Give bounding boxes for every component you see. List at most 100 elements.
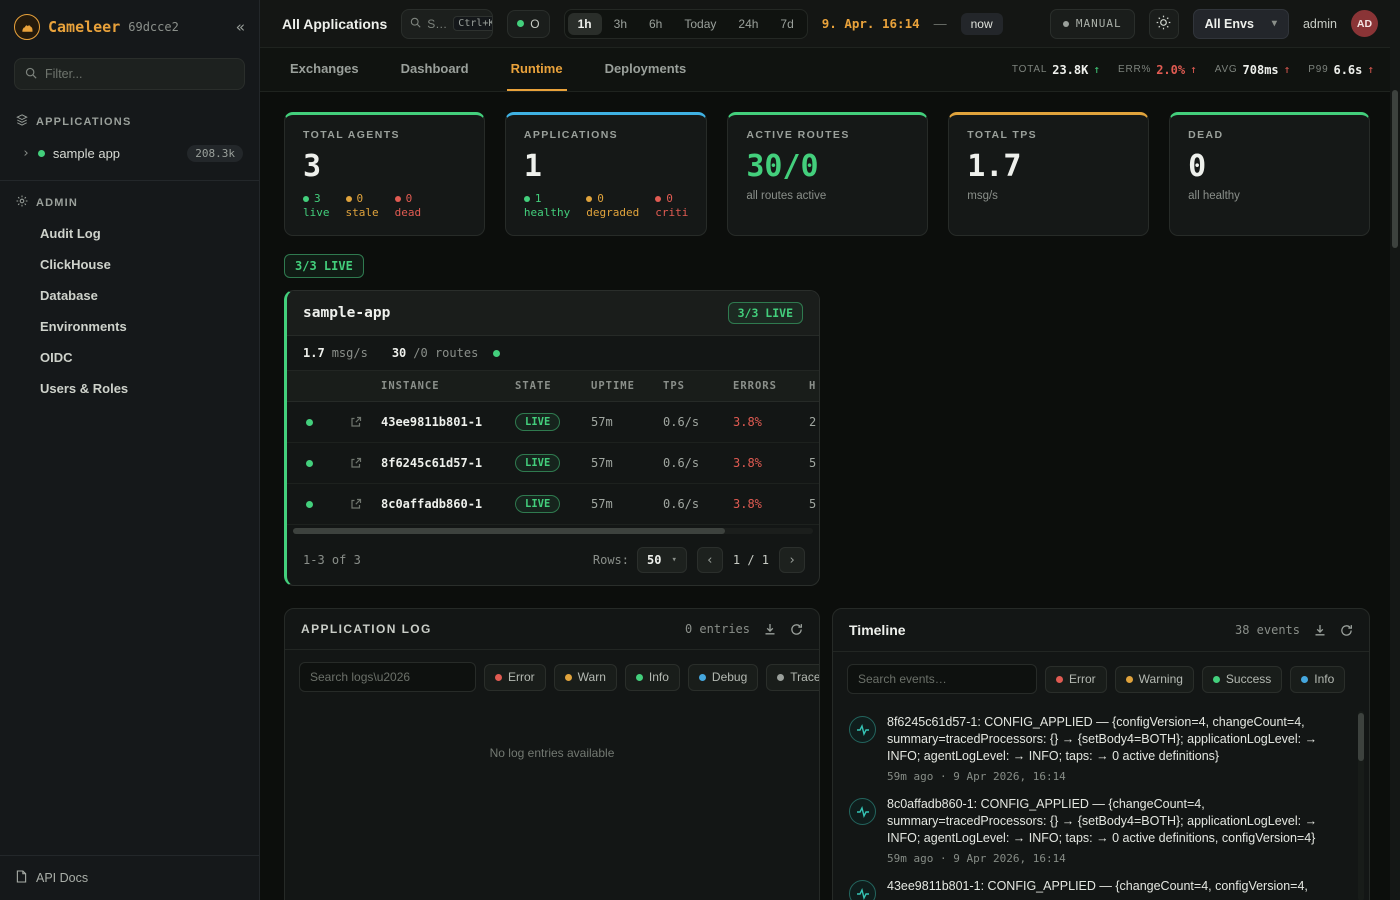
col-uptime: UPTIME — [591, 380, 663, 392]
sidebar-item-clickhouse[interactable]: ClickHouse — [0, 249, 259, 280]
arrow-up-icon: ↑ — [1284, 63, 1291, 76]
tab-exchanges[interactable]: Exchanges — [286, 48, 363, 91]
card-subtext: all healthy — [1188, 190, 1351, 202]
range-6h[interactable]: 6h — [639, 13, 672, 35]
refresh-icon[interactable] — [1340, 624, 1353, 637]
filter-chip-success[interactable]: Success — [1202, 666, 1282, 693]
timeline-controls: Error Warning Success Info — [833, 652, 1369, 706]
timeline-scrollbar[interactable] — [1358, 711, 1364, 900]
table-row[interactable]: 8c0affadb860-1 LIVE 57m 0.6/s 3.8% 5 — [287, 484, 819, 525]
instance-id: 8f6245c61d57-1 — [381, 456, 515, 470]
range-today[interactable]: Today — [674, 13, 726, 35]
filter-chip-error[interactable]: Error — [484, 664, 546, 691]
chevron-right-icon[interactable]: › — [22, 146, 30, 161]
uptime: 57m — [591, 456, 663, 470]
main-scrollbar[interactable] — [1390, 0, 1400, 900]
manual-mode-button[interactable]: MANUAL — [1050, 9, 1135, 39]
stat-p99-label: P99 — [1308, 64, 1328, 75]
tps: 0.6/s — [663, 456, 733, 470]
table-row[interactable]: 43ee9811b801-1 LIVE 57m 0.6/s 3.8% 2 — [287, 402, 819, 443]
event-text: 43ee9811b801-1: CONFIG_APPLIED — {change… — [887, 878, 1308, 895]
range-3h[interactable]: 3h — [604, 13, 637, 35]
sidebar-collapse-button[interactable]: « — [236, 18, 245, 36]
gear-icon — [16, 195, 28, 210]
tab-dashboard[interactable]: Dashboard — [397, 48, 473, 91]
app-logo: Cameleer — [48, 18, 120, 36]
card-label: ACTIVE ROUTES — [746, 129, 909, 141]
admin-menu: Audit Log ClickHouse Database Environmen… — [0, 218, 259, 404]
filter-chip-error[interactable]: Error — [1045, 666, 1107, 693]
online-status-chip[interactable]: O — [507, 10, 549, 38]
download-icon[interactable] — [764, 623, 776, 635]
sidebar-item-users-roles[interactable]: Users & Roles — [0, 373, 259, 404]
range-1h[interactable]: 1h — [568, 13, 602, 35]
card-value: 0 — [1188, 149, 1351, 184]
table-row[interactable]: 8f6245c61d57-1 LIVE 57m 0.6/s 3.8% 5 — [287, 443, 819, 484]
search-shortcut: Ctrl+K — [453, 16, 493, 31]
sidebar-filter-input[interactable] — [45, 67, 234, 81]
tab-deployments[interactable]: Deployments — [601, 48, 691, 91]
sidebar-item-oidc[interactable]: OIDC — [0, 342, 259, 373]
rows-per-page-label: Rows: — [593, 553, 629, 567]
now-button[interactable]: now — [961, 13, 1003, 35]
stat-card-dead: DEAD 0 all healthy — [1169, 112, 1370, 236]
state-badge: LIVE — [515, 454, 560, 472]
next-page-button[interactable]: › — [779, 547, 805, 573]
col-state: STATE — [515, 380, 591, 392]
avatar[interactable]: AD — [1351, 10, 1378, 37]
external-link-icon[interactable] — [331, 416, 381, 428]
application-log-panel: APPLICATION LOG 0 entries — [284, 608, 820, 900]
download-icon[interactable] — [1314, 624, 1326, 636]
theme-toggle-button[interactable] — [1149, 9, 1179, 39]
sample-app-count-badge: 208.3k — [187, 145, 243, 162]
timeline-search-input[interactable] — [847, 664, 1037, 694]
routes-value: 30 — [392, 346, 406, 360]
range-24h[interactable]: 24h — [728, 13, 768, 35]
arrow-up-icon: ↑ — [1093, 63, 1100, 76]
topbar: All Applications S… Ctrl+K O 1h 3h 6h To… — [260, 0, 1400, 48]
list-item[interactable]: 8f6245c61d57-1: CONFIG_APPLIED — {config… — [849, 714, 1345, 783]
card-value: 1 — [524, 149, 688, 184]
application-card-sample-app: sample-app 3/3 LIVE 1.7 msg/s 30 /0 rout… — [284, 290, 820, 586]
stat-p99-value: 6.6s — [1333, 63, 1362, 77]
prev-page-button[interactable]: ‹ — [697, 547, 723, 573]
sidebar-item-audit-log[interactable]: Audit Log — [0, 218, 259, 249]
current-datetime[interactable]: 9. Apr. 16:14 — [822, 16, 920, 31]
extra: 2 — [809, 415, 820, 429]
stat-avg-label: AVG — [1215, 64, 1238, 75]
tabbar: Exchanges Dashboard Runtime Deployments … — [260, 48, 1400, 92]
card-label: APPLICATIONS — [524, 129, 688, 141]
log-search-input[interactable] — [299, 662, 476, 692]
list-item[interactable]: 8c0affadb860-1: CONFIG_APPLIED — {change… — [849, 796, 1345, 865]
stat-total-label: TOTAL — [1012, 64, 1047, 75]
sidebar-item-environments[interactable]: Environments — [0, 311, 259, 342]
external-link-icon[interactable] — [331, 457, 381, 469]
filter-chip-info[interactable]: Info — [1290, 666, 1345, 693]
row-range-label: 1-3 of 3 — [303, 553, 361, 567]
tab-runtime[interactable]: Runtime — [507, 48, 567, 91]
errors: 3.8% — [733, 456, 809, 470]
api-docs-link[interactable]: API Docs — [0, 855, 259, 900]
table-horizontal-scrollbar[interactable] — [293, 528, 813, 534]
uptime: 57m — [591, 415, 663, 429]
range-7d[interactable]: 7d — [770, 13, 803, 35]
filter-chip-info[interactable]: Info — [625, 664, 680, 691]
chevron-down-icon: ▾ — [1272, 18, 1277, 29]
filter-chip-warning[interactable]: Warning — [1115, 666, 1194, 693]
live-badge: 3/3 LIVE — [728, 302, 803, 324]
admin-section-label: ADMIN — [36, 197, 78, 209]
sidebar-item-database[interactable]: Database — [0, 280, 259, 311]
filter-chip-warn[interactable]: Warn — [554, 664, 617, 691]
external-link-icon[interactable] — [331, 498, 381, 510]
list-item[interactable]: 43ee9811b801-1: CONFIG_APPLIED — {change… — [849, 878, 1345, 900]
sidebar-item-sample-app[interactable]: › sample app 208.3k — [0, 137, 259, 170]
refresh-icon[interactable] — [790, 623, 803, 636]
environment-select[interactable]: All Envs ▾ — [1193, 9, 1289, 39]
stat-card-total-agents: TOTAL AGENTS 3 3 live 0 stale 0 — [284, 112, 485, 236]
filter-chip-debug[interactable]: Debug — [688, 664, 758, 691]
col-errors: ERRORS — [733, 380, 809, 392]
stat-err: ERR% 2.0% ↑ — [1118, 63, 1197, 77]
global-search-button[interactable]: S… Ctrl+K — [401, 9, 493, 39]
rows-per-page-select[interactable]: 50 ▾ — [637, 547, 687, 573]
filter-chip-trace[interactable]: Trace — [766, 664, 820, 691]
